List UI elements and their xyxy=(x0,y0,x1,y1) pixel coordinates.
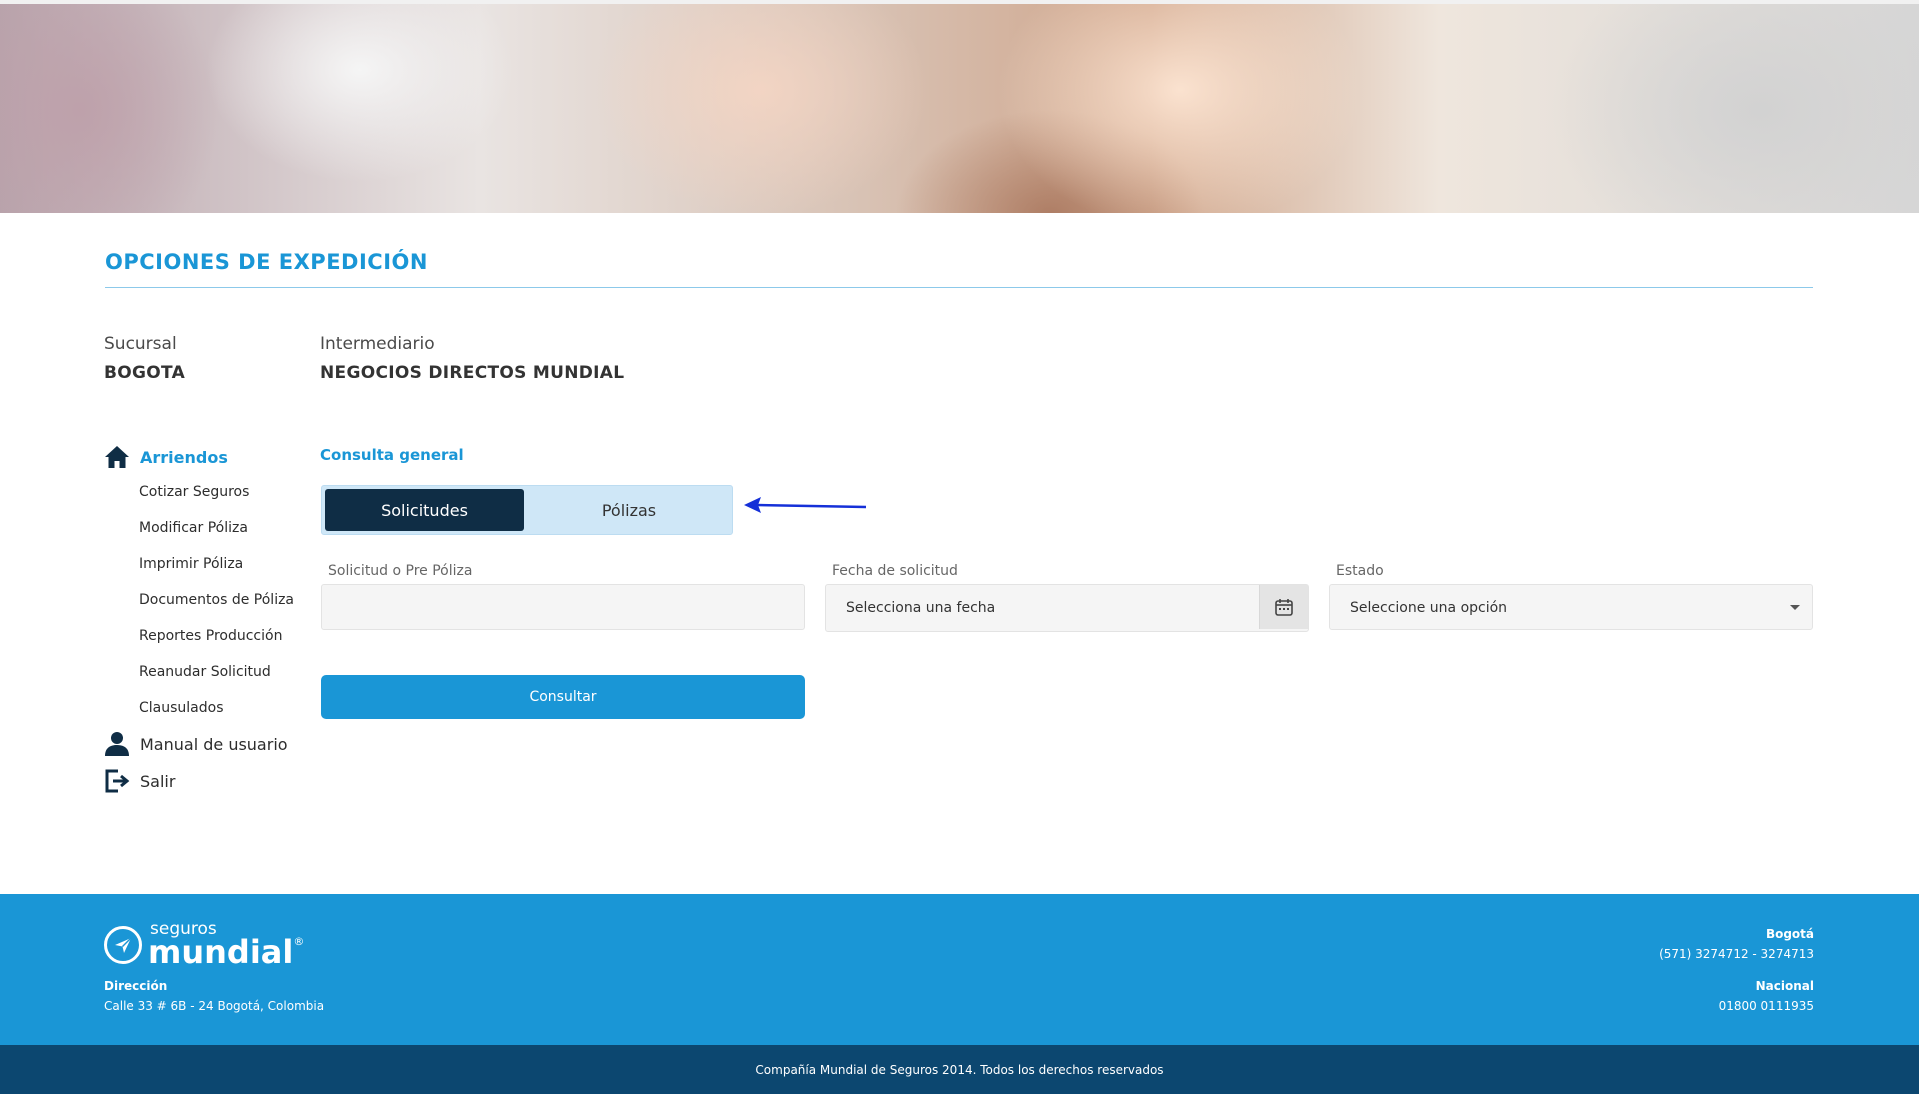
calendar-icon xyxy=(1275,599,1293,616)
sidebar-item-clausulados[interactable]: Clausulados xyxy=(139,700,224,716)
sidebar-item-imprimir-poliza[interactable]: Imprimir Póliza xyxy=(139,556,243,572)
fecha-label: Fecha de solicitud xyxy=(832,563,958,579)
sidebar-item-modificar-poliza[interactable]: Modificar Póliza xyxy=(139,520,248,536)
branch-label: Sucursal xyxy=(104,334,177,354)
sidebar-item-cotizar-seguros[interactable]: Cotizar Seguros xyxy=(139,484,249,500)
copyright-text: Compañía Mundial de Seguros 2014. Todos … xyxy=(755,1062,1164,1077)
sidebar-item-arriendos[interactable]: Arriendos xyxy=(104,445,228,469)
page: OPCIONES DE EXPEDICIÓN Sucursal BOGOTA I… xyxy=(0,0,1919,1094)
footer-address-value: Calle 33 # 6B - 24 Bogotá, Colombia xyxy=(104,999,325,1013)
hero-banner-image xyxy=(0,0,1919,213)
solicitud-label: Solicitud o Pre Póliza xyxy=(328,563,473,579)
footer-city-phones: (571) 3274712 - 3274713 xyxy=(1659,947,1814,961)
estado-selected-value: Seleccione una opción xyxy=(1350,600,1508,616)
sidebar-item-salir[interactable]: Salir xyxy=(104,768,175,794)
sidebar-item-manual[interactable]: Manual de usuario xyxy=(104,731,288,757)
logo-send-icon xyxy=(104,925,142,964)
title-divider xyxy=(105,287,1813,288)
calendar-button[interactable] xyxy=(1259,585,1308,629)
consulta-title: Consulta general xyxy=(320,446,464,464)
footer-national-phone: 01800 0111935 xyxy=(1718,999,1814,1013)
sidebar-item-label: Salir xyxy=(140,771,176,791)
sidebar-item-label: Manual de usuario xyxy=(140,734,288,754)
hero-top-line xyxy=(0,0,1919,4)
sidebar-item-reportes-produccion[interactable]: Reportes Producción xyxy=(139,628,282,644)
logo-big-text: mundial xyxy=(148,933,294,971)
sidebar-item-label: Arriendos xyxy=(140,447,228,467)
fecha-placeholder: Selecciona una fecha xyxy=(846,600,996,616)
footer-city-label: Bogotá xyxy=(1765,927,1814,941)
solicitud-field xyxy=(321,584,805,630)
seguros-mundial-logo: seguros mundial® xyxy=(104,921,304,968)
intermediary-label: Intermediario xyxy=(320,334,435,354)
sidebar-item-reanudar-solicitud[interactable]: Reanudar Solicitud xyxy=(139,664,271,680)
chevron-down-icon xyxy=(1790,605,1800,610)
footer-national-label: Nacional xyxy=(1755,979,1814,993)
estado-label: Estado xyxy=(1336,563,1384,579)
solicitud-input[interactable] xyxy=(322,585,804,629)
logout-icon xyxy=(105,769,130,793)
tab-polizas[interactable]: Pólizas xyxy=(529,489,729,531)
fecha-field[interactable]: Selecciona una fecha xyxy=(825,584,1309,632)
branch-value: BOGOTA xyxy=(104,363,186,383)
sidebar-item-documentos-poliza[interactable]: Documentos de Póliza xyxy=(139,592,294,608)
footer-address-label: Dirección xyxy=(104,979,168,993)
tab-solicitudes[interactable]: Solicitudes xyxy=(325,489,524,531)
consultar-button[interactable]: Consultar xyxy=(321,675,805,719)
home-icon xyxy=(105,446,129,468)
page-title: OPCIONES DE EXPEDICIÓN xyxy=(105,250,428,274)
logo-registered: ® xyxy=(293,935,305,948)
copyright-bar: Compañía Mundial de Seguros 2014. Todos … xyxy=(0,1045,1919,1094)
intermediary-value: NEGOCIOS DIRECTOS MUNDIAL xyxy=(320,363,625,383)
consulta-toggle: Solicitudes Pólizas xyxy=(321,485,733,535)
user-icon xyxy=(105,732,129,756)
estado-select[interactable]: Seleccione una opción xyxy=(1329,584,1813,630)
arrow-left-icon xyxy=(744,497,867,513)
